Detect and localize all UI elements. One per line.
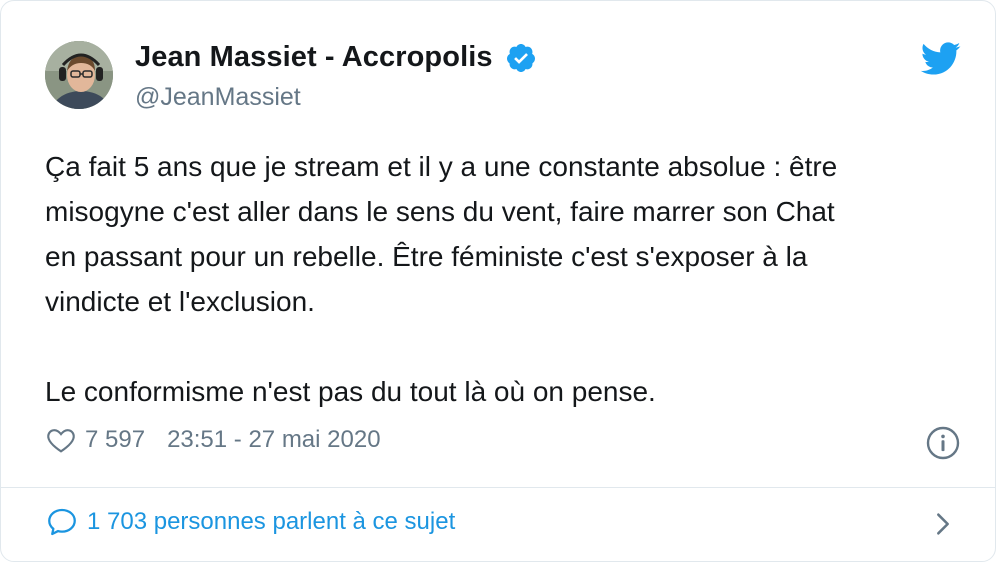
avatar-image [45,41,113,109]
author-name-row: Jean Massiet - Accropolis [135,41,537,74]
avatar[interactable] [45,41,113,109]
tweet-meta-row: 7 597 23:51 - 27 mai 2020 [45,424,381,456]
like-count: 7 597 [85,426,146,453]
tweet-card: Jean Massiet - Accropolis @JeanMassiet Ç… [0,0,996,562]
author-handle[interactable]: @JeanMassiet [135,83,301,112]
tweet-text: Ça fait 5 ans que je stream et il y a un… [45,151,838,407]
speech-bubble-icon [45,505,79,539]
verified-badge-icon [505,42,537,74]
tweet-timestamp[interactable]: 23:51 - 27 mai 2020 [167,426,380,454]
discussion-count-label: 1 703 personnes parlent à ce sujet [87,508,456,535]
twitter-bird-icon[interactable] [920,41,961,75]
footer-divider [1,487,995,488]
info-icon[interactable] [925,425,961,461]
discussion-link[interactable]: 1 703 personnes parlent à ce sujet [45,505,455,539]
author-display-name[interactable]: Jean Massiet - Accropolis [135,41,493,74]
heart-icon[interactable] [45,424,77,456]
chevron-right-icon[interactable] [929,509,957,539]
